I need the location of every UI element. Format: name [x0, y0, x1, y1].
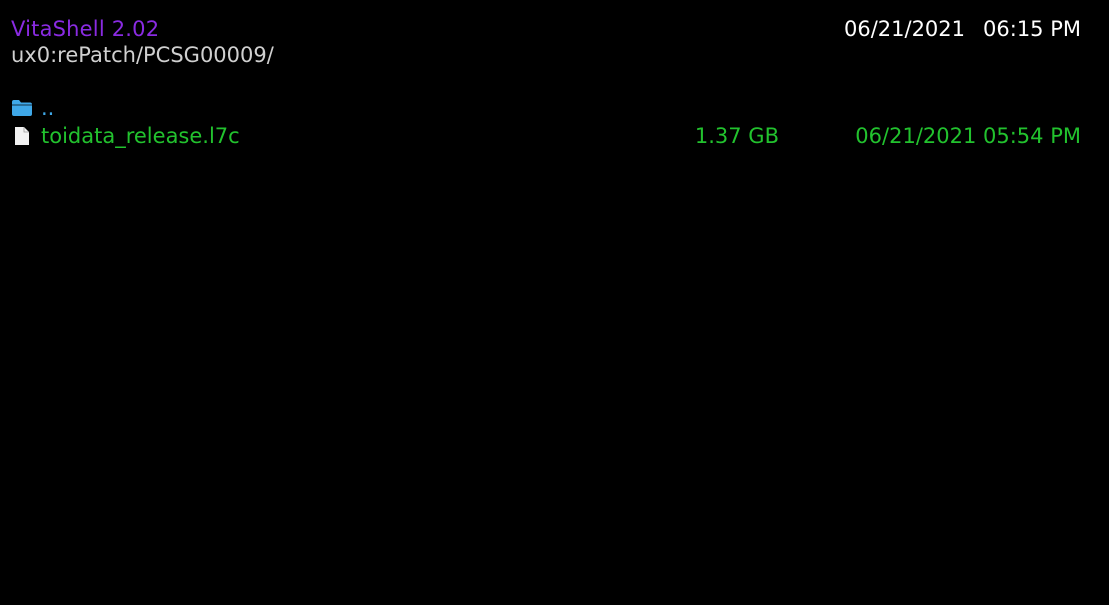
list-item-parent-folder[interactable]: .. [0, 94, 1109, 122]
file-list: .. toidata_release.l7c 1.37 GB 06/21/202… [0, 94, 1109, 150]
folder-icon [12, 100, 32, 116]
file-name: toidata_release.l7c [41, 124, 240, 148]
file-icon [15, 127, 29, 145]
status-clock: 06/21/2021 06:15 PM [844, 15, 1081, 43]
current-date: 06/21/2021 [843, 17, 966, 41]
list-item-file[interactable]: toidata_release.l7c 1.37 GB 06/21/2021 0… [0, 122, 1109, 150]
file-size: 1.37 GB [694, 124, 779, 148]
file-name: .. [41, 96, 55, 120]
current-path: ux0:rePatch/PCSG00009/ [11, 43, 274, 67]
current-time: 06:15 PM [983, 17, 1081, 41]
file-date: 06/21/2021 05:54 PM [855, 124, 1081, 148]
app-title: VitaShell 2.02 [11, 17, 160, 41]
